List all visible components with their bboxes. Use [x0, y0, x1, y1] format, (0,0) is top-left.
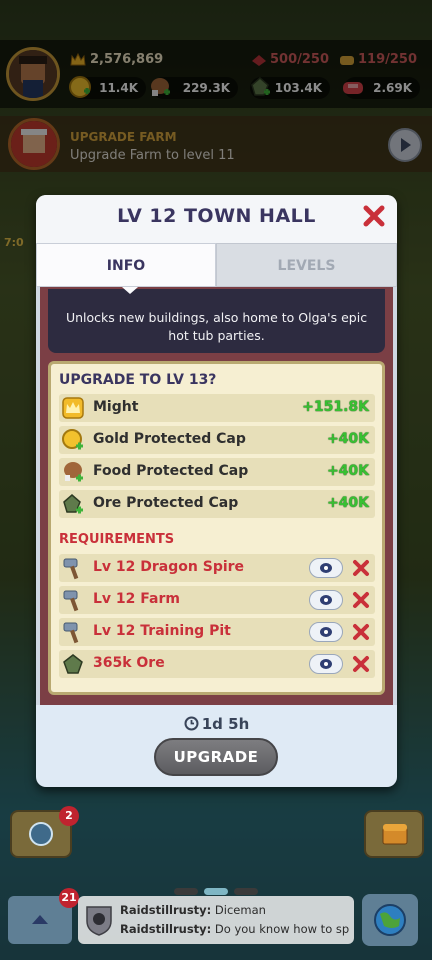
eye-icon	[320, 627, 332, 637]
eye-icon	[320, 659, 332, 669]
upgrade-button[interactable]: UPGRADE	[154, 738, 278, 776]
benefit-label: Food Protected Cap	[93, 463, 249, 479]
view-button[interactable]	[309, 590, 343, 610]
modal-body: Unlocks new buildings, also home to Olga…	[36, 287, 397, 705]
right-hud-button[interactable]	[364, 810, 424, 858]
timer-icon	[29, 822, 53, 846]
requirement-row: Lv 12 Training Pit	[59, 618, 375, 646]
benefit-label: Gold Protected Cap	[93, 431, 246, 447]
benefit-value: +40K	[326, 463, 369, 479]
hammer-icon	[63, 558, 79, 580]
chat-preview[interactable]: Raidstillrusty: Diceman Raidstillrusty: …	[78, 896, 354, 944]
tab-levels[interactable]: LEVELS	[216, 243, 397, 287]
building-modal: LV 12 TOWN HALL INFO LEVELS Unlocks new …	[36, 195, 397, 787]
benefit-value: +40K	[326, 495, 369, 511]
unmet-x-icon	[353, 656, 369, 672]
unmet-x-icon	[353, 560, 369, 576]
view-button[interactable]	[309, 622, 343, 642]
requirement-row: 365k Ore	[59, 650, 375, 678]
requirements-heading: REQUIREMENTS	[59, 532, 175, 547]
description-box: Unlocks new buildings, also home to Olga…	[48, 287, 385, 353]
requirement-label: Lv 12 Farm	[93, 591, 180, 607]
chat-text: Diceman	[214, 903, 266, 917]
upgrade-heading: UPGRADE TO LV 13?	[59, 372, 217, 388]
requirement-row: Lv 12 Dragon Spire	[59, 554, 375, 582]
benefit-row: Gold Protected Cap +40K	[59, 426, 375, 454]
tab-info[interactable]: INFO	[36, 243, 216, 287]
upgrade-timer: 1d 5h	[36, 715, 397, 733]
building-description: Unlocks new buildings, also home to Olga…	[65, 310, 368, 343]
ore-icon	[63, 654, 83, 674]
benefit-value: +40K	[326, 431, 369, 447]
eye-icon	[320, 595, 332, 605]
globe-icon	[374, 904, 406, 936]
page-indicator	[174, 888, 258, 896]
chat-line: Raidstillrusty: Diceman	[120, 903, 350, 917]
benefit-label: Ore Protected Cap	[93, 495, 239, 511]
view-button[interactable]	[309, 558, 343, 578]
requirement-label: 365k Ore	[93, 655, 165, 671]
requirement-label: Lv 12 Training Pit	[93, 623, 231, 639]
crown-icon	[62, 397, 84, 419]
food-icon	[64, 462, 83, 482]
tab-pointer	[122, 287, 138, 294]
benefit-value: +151.8K	[302, 399, 369, 415]
chevron-up-icon	[32, 915, 48, 924]
chat-user: Raidstillrusty:	[120, 903, 212, 917]
close-icon[interactable]	[362, 204, 386, 228]
left-hud-badge: 2	[59, 806, 79, 826]
gold-icon	[62, 429, 83, 450]
upgrade-panel: UPGRADE TO LV 13? Might +151.8K Gold Pro…	[48, 361, 385, 695]
clock-icon	[184, 716, 199, 731]
benefit-row: Ore Protected Cap +40K	[59, 490, 375, 518]
timer-value: 1d 5h	[201, 715, 250, 733]
chat-badge: 21	[59, 888, 79, 908]
chat-user: Raidstillrusty:	[120, 922, 212, 936]
hammer-icon	[63, 590, 79, 612]
chat-line: Raidstillrusty: Do you know how to sp	[120, 922, 350, 936]
benefit-label: Might	[93, 399, 139, 415]
view-button[interactable]	[309, 654, 343, 674]
modal-title: LV 12 TOWN HALL	[117, 205, 316, 227]
unmet-x-icon	[353, 592, 369, 608]
eye-icon	[320, 563, 332, 573]
alliance-shield-icon	[86, 906, 112, 936]
treasure-icon	[382, 824, 408, 845]
requirement-row: Lv 12 Farm	[59, 586, 375, 614]
world-map-button[interactable]	[362, 894, 418, 946]
benefit-row: Might +151.8K	[59, 394, 375, 422]
ore-icon	[63, 494, 83, 514]
requirement-label: Lv 12 Dragon Spire	[93, 559, 245, 575]
chat-text: Do you know how to sp	[214, 922, 350, 936]
hammer-icon	[63, 622, 79, 644]
benefit-row: Food Protected Cap +40K	[59, 458, 375, 486]
unmet-x-icon	[353, 624, 369, 640]
